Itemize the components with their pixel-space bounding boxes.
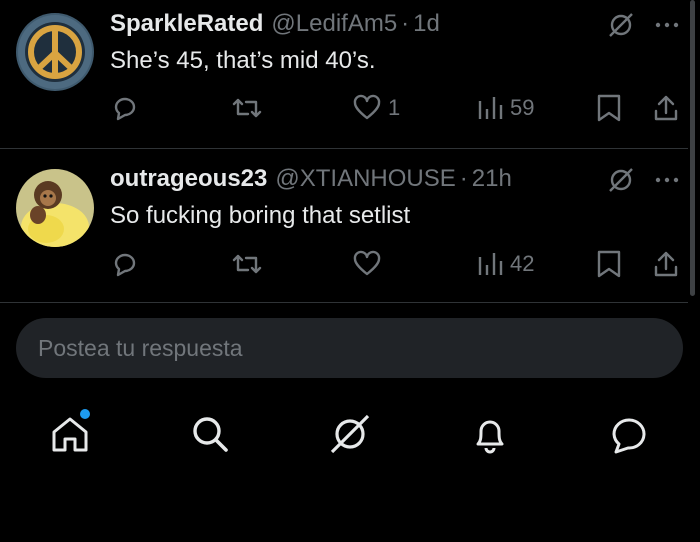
like-button[interactable] <box>352 249 388 279</box>
nav-notifications[interactable] <box>468 412 512 456</box>
heart-icon <box>353 250 381 276</box>
timestamp[interactable]: 21h <box>472 165 512 193</box>
share-button[interactable] <box>651 249 681 279</box>
reply-button[interactable] <box>110 249 140 279</box>
reply-icon <box>114 253 136 277</box>
avatar[interactable] <box>16 169 94 247</box>
tweet[interactable]: outrageous23 @XTIANHOUSE · 21h So fuckin… <box>0 0 688 302</box>
grok-icon <box>330 414 370 454</box>
bookmark-button[interactable] <box>596 249 622 279</box>
tweet-text: So fucking boring that setlist <box>110 202 411 229</box>
messages-icon <box>612 418 646 454</box>
search-icon <box>193 417 228 452</box>
display-name[interactable]: outrageous23 <box>110 165 267 193</box>
nav-home[interactable] <box>48 409 92 456</box>
bookmark-icon <box>597 250 621 278</box>
more-icon[interactable] <box>652 165 682 195</box>
view-count: 42 <box>510 251 535 276</box>
repost-button[interactable] <box>230 249 264 279</box>
user-handle[interactable]: @XTIANHOUSE <box>275 165 455 193</box>
repost-icon <box>232 254 262 274</box>
views-button[interactable]: 42 <box>476 249 534 279</box>
notifications-icon <box>476 420 504 454</box>
nav-search[interactable] <box>188 412 232 456</box>
views-icon <box>478 253 503 275</box>
nav-grok[interactable] <box>328 412 372 456</box>
nav-messages[interactable] <box>606 412 650 456</box>
scrollbar[interactable] <box>690 0 695 296</box>
monkey-avatar-icon <box>16 169 94 247</box>
reply-bar[interactable] <box>16 318 683 378</box>
reply-input[interactable] <box>38 334 638 362</box>
divider <box>0 302 688 303</box>
grok-icon[interactable] <box>606 165 636 195</box>
share-icon <box>654 251 678 277</box>
tweet-header: outrageous23 @XTIANHOUSE · 21h <box>110 165 512 193</box>
notification-badge <box>80 409 90 419</box>
separator: · <box>459 165 468 192</box>
